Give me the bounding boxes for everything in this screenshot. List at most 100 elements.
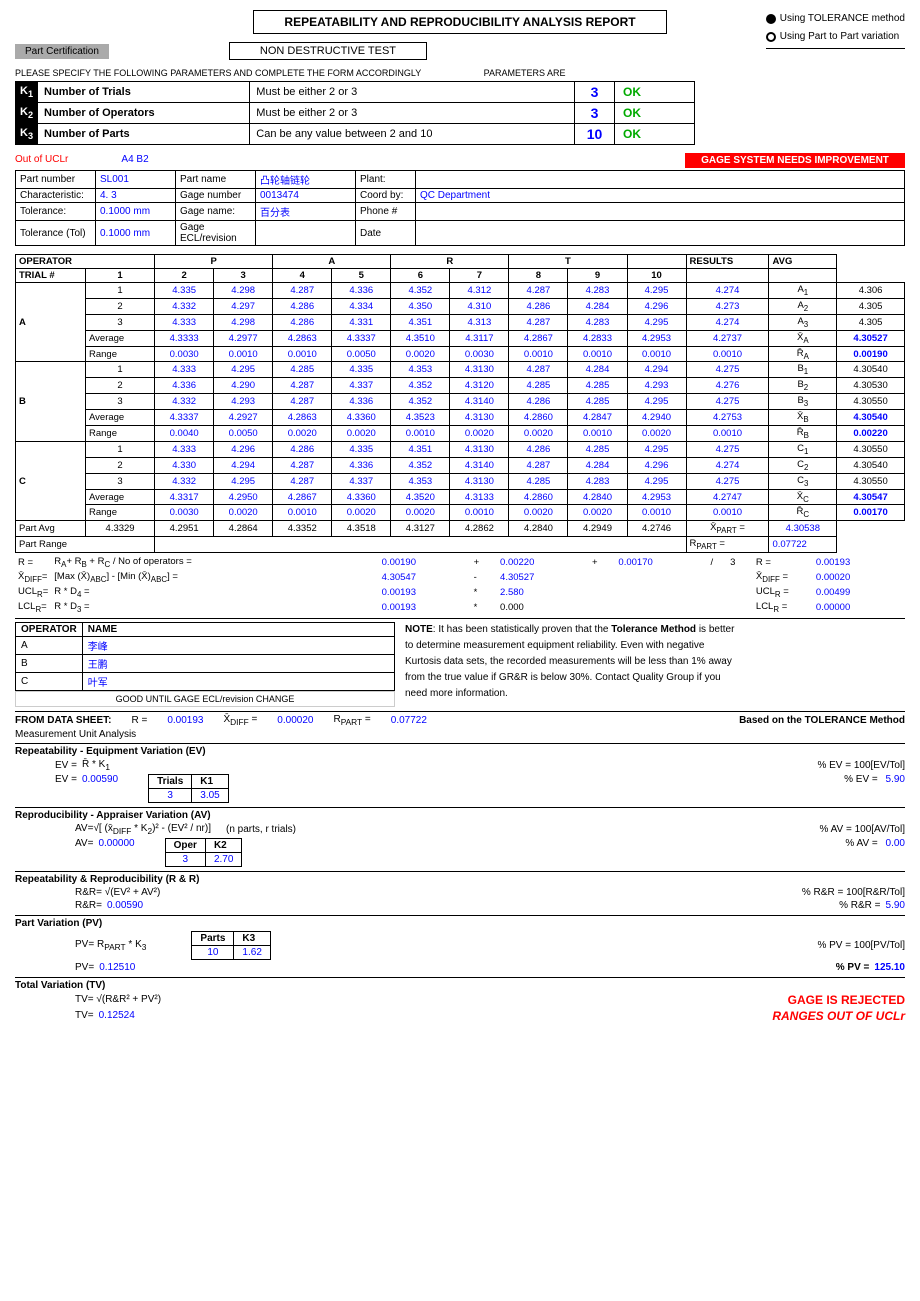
c-trial2-num: 2 (86, 457, 155, 473)
part-avg-c8: 4.2840 (509, 521, 568, 537)
c-trial1-num: 1 (86, 441, 155, 457)
note-line1: NOTE: It has been statistically proven t… (405, 622, 905, 638)
rnr-val-label: R&R= (75, 900, 102, 911)
col4-header: 4 (273, 269, 332, 283)
lclr-empty (589, 600, 753, 615)
mua-label: Measurement Unit Analysis (15, 729, 905, 740)
b2-res-label: B2 (769, 378, 837, 394)
lclr-formula: R * D3 = (51, 600, 378, 615)
b3-res-label: B3 (769, 394, 837, 410)
c3-c6: 4.3130 (450, 473, 509, 489)
pv-pct-val-label: % PV = (836, 962, 870, 973)
op-a-header: A (273, 255, 391, 269)
c2-res-val: 4.30540 (837, 457, 905, 473)
gage-number-val: 0013474 (256, 189, 356, 203)
part-avg-c3: 4.2864 (214, 521, 273, 537)
part-avg-c7: 4.2862 (450, 521, 509, 537)
c-range-label: Range (86, 505, 155, 521)
b-range-label: Range (86, 426, 155, 442)
av-formula: AV=√[ (x̄DIFF * K2)² - (EV² / nr)] (75, 823, 211, 836)
c2-c6: 4.3140 (450, 457, 509, 473)
a2-c1: 4.332 (155, 298, 214, 314)
b-avg-c1: 4.3337 (155, 410, 214, 426)
from-data-xdiff-val: 0.00020 (277, 715, 313, 726)
operator-header: OPERATOR (16, 255, 155, 269)
a-avg-c8: 4.2833 (568, 330, 627, 346)
c-rng-c4: 0.0020 (332, 505, 391, 521)
plant-label: Plant: (356, 171, 416, 189)
rpart-val-row: 0.07722 (769, 537, 837, 553)
c2-c3: 4.287 (273, 457, 332, 473)
op-a-name-label: A (16, 636, 83, 654)
pv-pct-val: 125.10 (874, 962, 905, 973)
pv-formula: PV= RPART * K3 (75, 939, 146, 952)
date-label: Date (356, 221, 416, 246)
c3-c8: 4.283 (568, 473, 627, 489)
k2-status: OK (615, 103, 695, 124)
c1-c9: 4.295 (627, 441, 686, 457)
avg-col-header (769, 269, 837, 283)
b-rng-c2: 0.0050 (214, 426, 273, 442)
b2-c2: 4.290 (214, 378, 273, 394)
c-rng-c5: 0.0020 (391, 505, 450, 521)
av-val-label: AV= (75, 838, 93, 849)
lclr-result-val: 0.00000 (813, 600, 905, 615)
gage-ecl-label: Gage ECL/revision (176, 221, 256, 246)
radio-tolerance-filled[interactable] (766, 14, 776, 24)
a-rng-c2: 0.0010 (214, 346, 273, 362)
k2-param-label: Number of Operators (38, 103, 250, 124)
a-avg-c4: 4.3337 (332, 330, 391, 346)
radio-part-variation-empty[interactable] (766, 32, 776, 42)
part-number-val: SL001 (96, 171, 176, 189)
b2-c1: 4.336 (155, 378, 214, 394)
from-data-rpart-val: 0.07722 (391, 715, 427, 726)
b1-c4: 4.335 (332, 362, 391, 378)
c-rng-c7: 0.0020 (509, 505, 568, 521)
b-avg-c10: 4.2753 (686, 410, 769, 426)
a-trial1-num: 1 (86, 283, 155, 299)
r-formula-label: R = (15, 555, 51, 570)
a-rng-c5: 0.0020 (391, 346, 450, 362)
c1-c2: 4.296 (214, 441, 273, 457)
b1-c6: 4.3130 (450, 362, 509, 378)
c3-res-label: C3 (769, 473, 837, 489)
b1-c2: 4.295 (214, 362, 273, 378)
ev-val-label: EV = (55, 774, 77, 785)
b-trial1-num: 1 (86, 362, 155, 378)
oper-val: 3 (165, 852, 205, 866)
c2-c9: 4.296 (627, 457, 686, 473)
col8-header: 8 (509, 269, 568, 283)
b1-c3: 4.285 (273, 362, 332, 378)
b2-res-val: 4.30530 (837, 378, 905, 394)
b-rng-c1: 0.0040 (155, 426, 214, 442)
op-c-label: C (16, 441, 86, 520)
c3-c2: 4.295 (214, 473, 273, 489)
rnr-val: 0.00590 (107, 900, 143, 911)
c1-res-val: 4.30550 (837, 441, 905, 457)
rnr-pct-label: % R&R = 100[R&R/Tol] (802, 887, 905, 898)
part-range-empty (155, 537, 686, 553)
c-xbar-label: X̄C (769, 489, 837, 505)
b-trial2-num: 2 (86, 378, 155, 394)
part-avg-c10: 4.2746 (627, 521, 686, 537)
name-header: NAME (82, 622, 394, 636)
c3-c9: 4.295 (627, 473, 686, 489)
xdiff-empty3 (707, 570, 727, 585)
part-name-label: Part name (176, 171, 256, 189)
lclr-val1: 0.00193 (379, 600, 471, 615)
gage-ecl-val (256, 221, 356, 246)
c-rng-c10: 0.0010 (686, 505, 769, 521)
b1-c7: 4.287 (509, 362, 568, 378)
needs-improvement-badge: GAGE SYSTEM NEEDS IMPROVEMENT (685, 153, 905, 168)
pv-val-label: PV= (75, 962, 94, 973)
operator-names-table: OPERATOR NAME A 李峰 B 王鹏 C 叶军 (15, 622, 395, 691)
part-avg-c9: 4.2949 (568, 521, 627, 537)
results-header (627, 255, 686, 269)
main-data-table: OPERATOR P A R T RESULTS AVG TRIAL # 1 2… (15, 254, 905, 553)
ev-pct-label: % EV = 100[EV/Tol] (817, 760, 905, 771)
b1-c8: 4.284 (568, 362, 627, 378)
b-avg-c7: 4.2860 (509, 410, 568, 426)
uclr-result-val: 0.00499 (813, 585, 905, 600)
b-rng-c8: 0.0010 (568, 426, 627, 442)
part-name-val: 凸轮轴链轮 (256, 171, 356, 189)
